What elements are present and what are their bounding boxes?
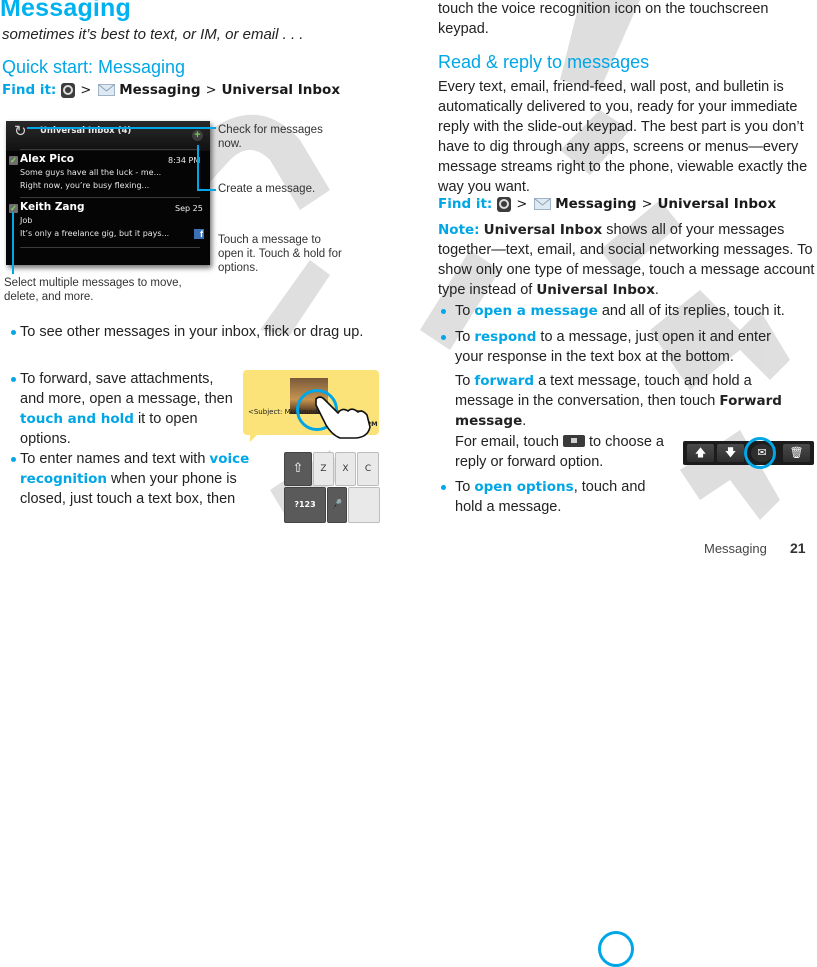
keyword-respond: respond	[474, 329, 537, 345]
message-row[interactable]: ✓ Alex Pico 8:34 PM Some guys have all t…	[6, 151, 210, 197]
path-separator: >	[205, 82, 217, 98]
email-paragraph: For email, touch to choose a reply or fo…	[455, 432, 670, 472]
callout-create: Create a message.	[218, 183, 316, 195]
message-row[interactable]: ✓ Keith Zang Sep 25 Job It’s only a free…	[6, 199, 210, 245]
bullet-icon	[11, 330, 16, 335]
callout-line-create	[197, 189, 216, 191]
bullet-icon	[441, 485, 446, 490]
bullet-text: To forward, save attachments, and more, …	[20, 371, 233, 407]
section-heading-quick-start: Quick start: Messaging	[2, 57, 186, 77]
key-z[interactable]: Z	[313, 452, 334, 486]
note-bold: Universal Inbox	[483, 222, 603, 238]
keyword-touch-and-hold: touch and hold	[20, 411, 134, 427]
message-preview-line: Right now, you’re busy flexing...	[20, 181, 150, 190]
find-it-label: Find it:	[438, 196, 493, 212]
bullet-respond: To respond to a message, just open it an…	[455, 327, 775, 367]
page-title: Messaging	[0, 0, 131, 22]
read-reply-body: Every text, email, friend-feed, wall pos…	[438, 79, 808, 195]
bullet-icon	[441, 309, 446, 314]
find-it-path: Find it: > Messaging > Universal Inbox	[2, 82, 340, 98]
path-separator: >	[80, 82, 92, 98]
footer-section-name: Messaging	[704, 541, 767, 556]
launcher-icon	[497, 196, 512, 212]
space-key[interactable]	[348, 487, 380, 523]
callout-touch: Touch a message to open it. Touch & hold…	[218, 234, 342, 274]
touch-highlight-ring	[744, 437, 776, 469]
find-it-step-messaging: Messaging	[555, 196, 637, 212]
bullet-icon	[11, 377, 16, 382]
bullet-icon	[11, 457, 16, 462]
keyword-open-a-message: open a message	[474, 303, 598, 319]
facebook-icon: f	[194, 229, 204, 239]
find-it-step-universal-inbox: Universal Inbox	[221, 82, 341, 98]
message-time: 8:34 PM	[168, 156, 201, 165]
section-heading-read-reply: Read & reply to messages	[438, 52, 650, 72]
callout-line-select	[12, 212, 14, 274]
page-subtitle: sometimes it’s best to text, or IM, or e…	[2, 26, 304, 43]
microphone-key[interactable]: 🎤	[327, 487, 347, 523]
message-preview-line: It’s only a freelance gig, but it pays..…	[20, 229, 170, 238]
note-paragraph: Note: Universal Inbox shows all of your …	[438, 220, 817, 300]
callout-line-refresh	[27, 127, 216, 129]
bullet-touch-hold: To forward, save attachments, and more, …	[20, 369, 235, 449]
note-text: .	[654, 282, 659, 298]
launcher-icon	[61, 82, 76, 98]
key-c[interactable]: C	[357, 452, 379, 486]
bullet-icon	[441, 335, 446, 340]
forward-text: To	[455, 373, 475, 389]
keyword-open-options: open options	[474, 479, 574, 495]
divider	[20, 149, 200, 150]
callout-line-create	[197, 145, 199, 191]
symbols-key[interactable]: ?123	[284, 487, 326, 523]
callout-select: Select multiple messages to move, delete…	[4, 277, 182, 303]
divider	[20, 197, 200, 198]
phone-screen-universal-inbox: ↻ Universal Inbox (4) + ✓ Alex Pico 8:34…	[6, 121, 210, 265]
delete-button[interactable]: 🗑	[783, 444, 810, 462]
path-separator: >	[641, 196, 653, 212]
forward-paragraph: To forward a text message, touch and hol…	[455, 371, 810, 431]
bullet-open-message: To open a message and all of its replies…	[455, 301, 815, 321]
keyword-forward: forward	[474, 373, 535, 389]
find-it-label: Find it:	[2, 82, 57, 98]
shift-key[interactable]: ⇧	[284, 452, 312, 486]
hand-pointer-icon	[315, 396, 371, 439]
divider	[20, 247, 200, 248]
message-sender: Keith Zang	[20, 201, 85, 213]
note-label: Note:	[438, 222, 480, 238]
previous-message-button[interactable]: 🡅	[687, 444, 714, 462]
reply-forward-icon	[563, 435, 585, 447]
next-message-button[interactable]: 🡇	[717, 444, 744, 462]
bullet-text: and all of its replies, touch it.	[597, 303, 785, 319]
bubble-tail	[250, 434, 258, 442]
path-separator: >	[516, 196, 528, 212]
page-number: 21	[790, 540, 806, 556]
bullet-text: To	[455, 329, 475, 345]
message-preview-line: Job	[20, 216, 33, 225]
message-sender: Alex Pico	[20, 153, 75, 165]
key-x[interactable]: X	[335, 452, 356, 486]
touchscreen-keypad: ⇧ Z X C ?123 🎤	[284, 452, 634, 967]
callout-refresh: Check for messages now.	[218, 124, 323, 150]
bullet-text: To	[455, 479, 475, 495]
forward-text: .	[522, 413, 527, 429]
bullet-text: To enter names and text with	[20, 451, 210, 467]
mail-icon	[534, 198, 552, 210]
touch-highlight-ring	[598, 931, 634, 967]
message-preview-line: Some guys have all the luck - me...	[20, 168, 162, 177]
add-message-icon[interactable]: +	[192, 130, 203, 141]
bullet-flick: To see other messages in your inbox, fli…	[20, 324, 364, 340]
email-text: For email, touch	[455, 434, 559, 450]
bullet-text: To	[455, 303, 475, 319]
refresh-icon[interactable]: ↻	[14, 124, 27, 139]
note-bold: Universal Inbox	[536, 282, 655, 298]
bullet-voice-continued: touch the voice recognition icon on the …	[438, 1, 769, 37]
bullet-voice-recognition: To enter names and text with voice recog…	[20, 449, 272, 509]
find-it-path: Find it: > Messaging > Universal Inbox	[438, 196, 776, 212]
bullet-open-options: To open options, touch and hold a messag…	[455, 477, 660, 517]
mail-icon	[98, 84, 116, 96]
find-it-step-messaging: Messaging	[119, 82, 201, 98]
checkbox-icon[interactable]: ✓	[9, 156, 18, 165]
find-it-step-universal-inbox: Universal Inbox	[657, 196, 777, 212]
message-time: Sep 25	[175, 204, 203, 213]
